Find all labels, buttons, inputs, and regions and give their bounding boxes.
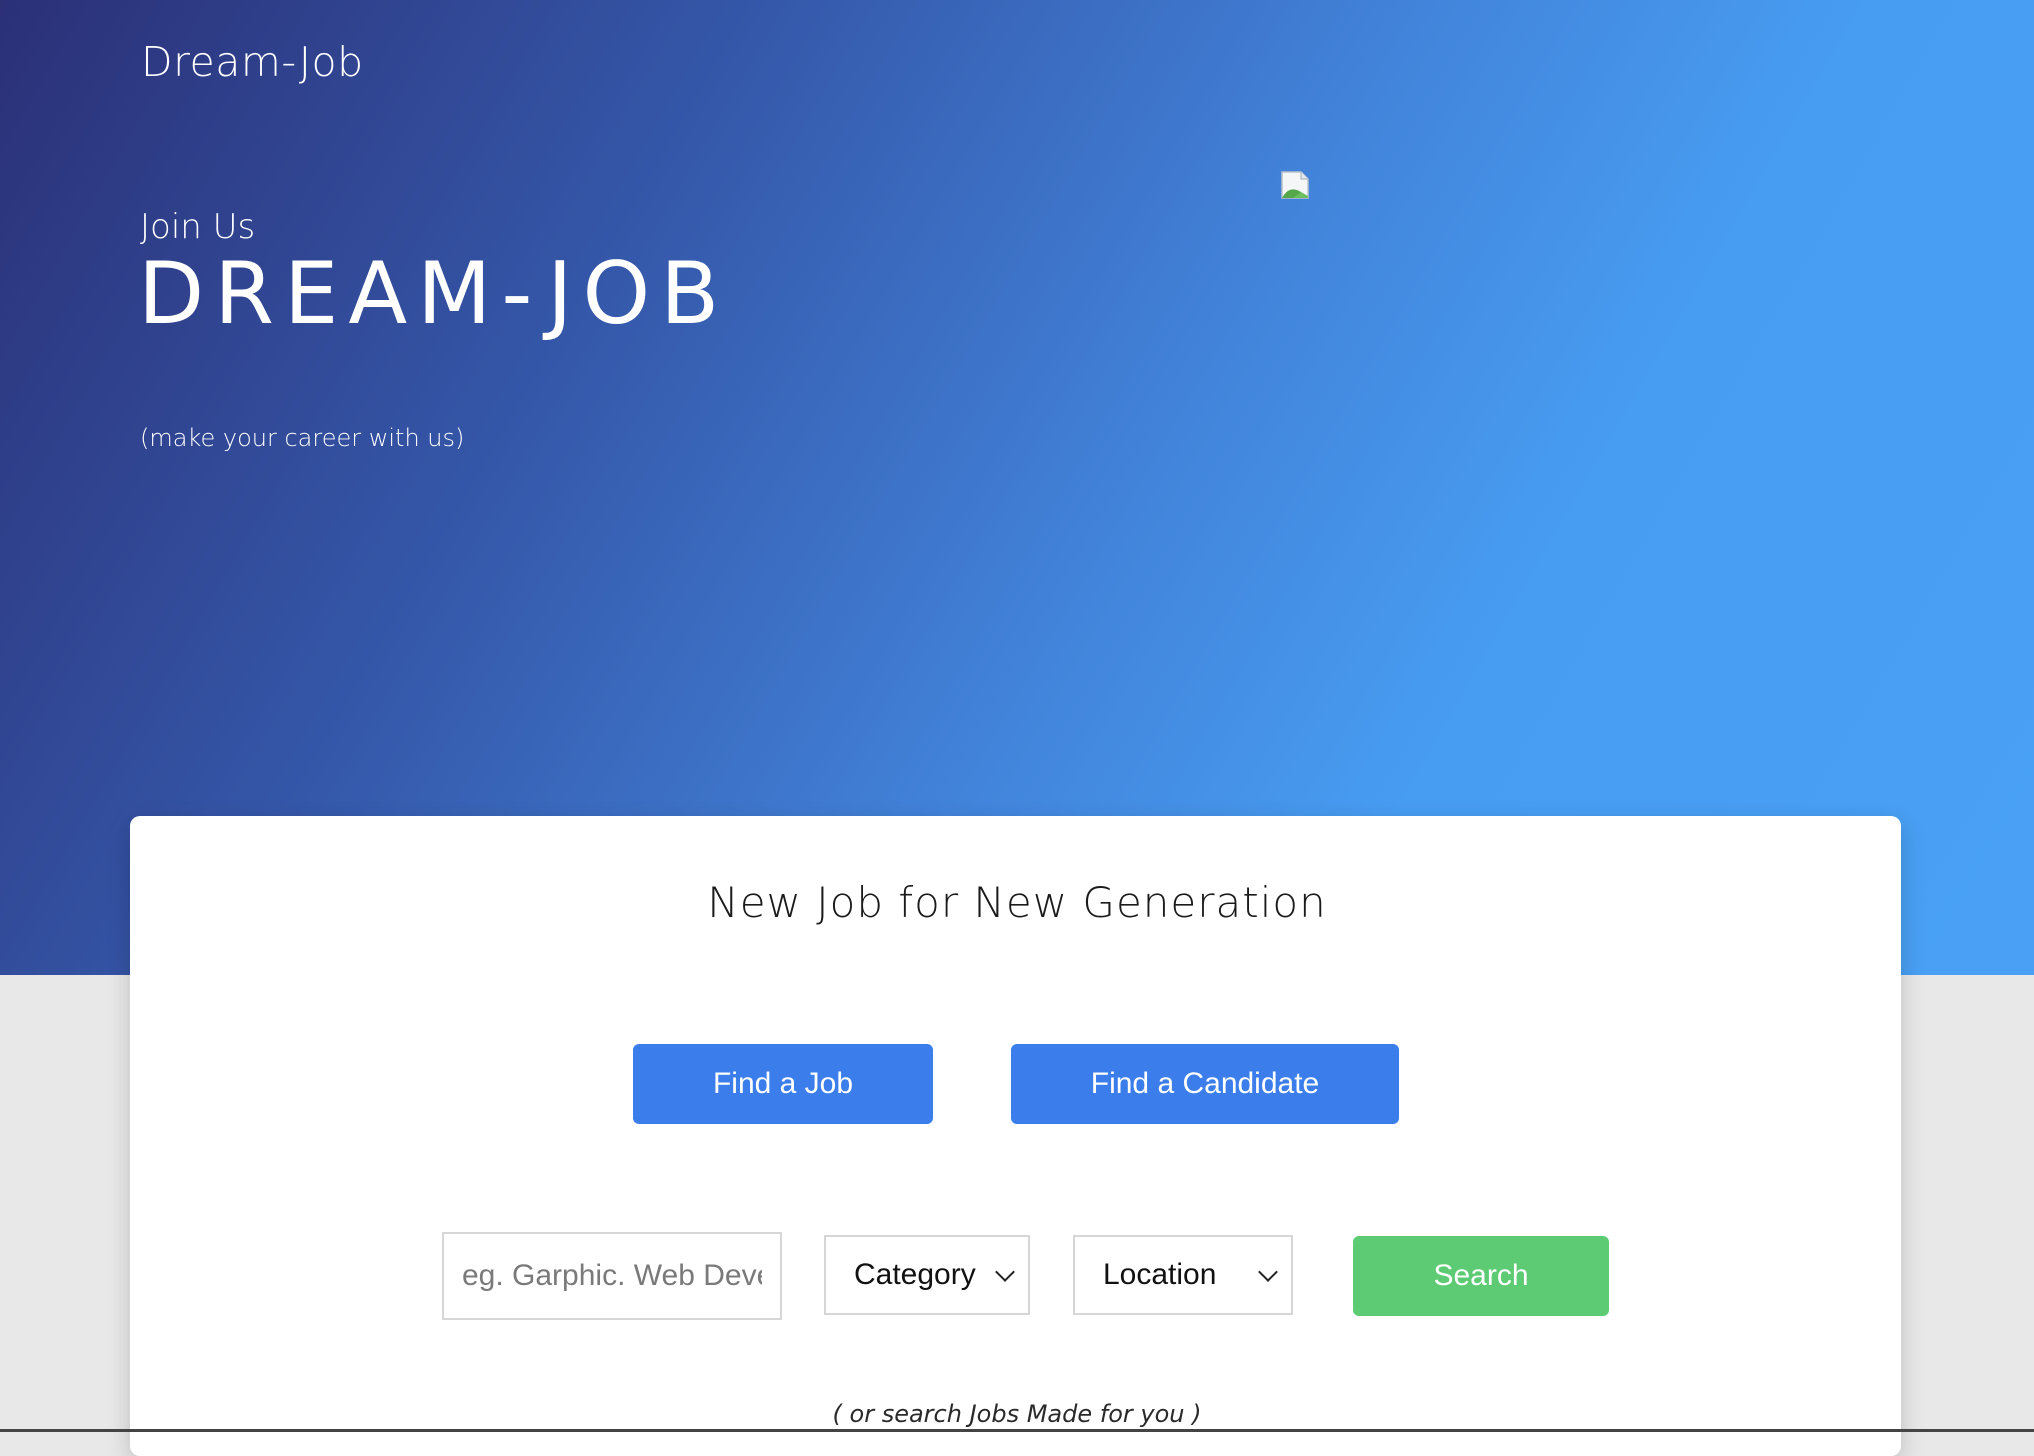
search-hint-text: ( or search Jobs Made for you ) — [832, 1400, 1202, 1428]
broken-image-icon — [1281, 171, 1309, 199]
location-select[interactable]: Location — [1073, 1235, 1293, 1315]
brand-logo-text[interactable]: Dream-Job — [141, 38, 364, 86]
chevron-down-icon — [1258, 1262, 1278, 1282]
search-button[interactable]: Search — [1353, 1236, 1609, 1316]
category-select[interactable]: Category — [824, 1235, 1030, 1315]
find-job-button[interactable]: Find a Job — [633, 1044, 933, 1124]
find-candidate-button[interactable]: Find a Candidate — [1011, 1044, 1399, 1124]
card-title: New Job for New Generation — [707, 878, 1327, 927]
hero-tagline: (make your career with us) — [140, 424, 465, 452]
category-select-label: Category — [854, 1258, 976, 1291]
hero-kicker: Join Us — [140, 207, 256, 247]
location-select-label: Location — [1103, 1258, 1217, 1291]
chevron-down-icon — [995, 1262, 1015, 1282]
job-search-input[interactable] — [442, 1232, 782, 1320]
hero-headline: DREAM-JOB — [138, 244, 730, 344]
